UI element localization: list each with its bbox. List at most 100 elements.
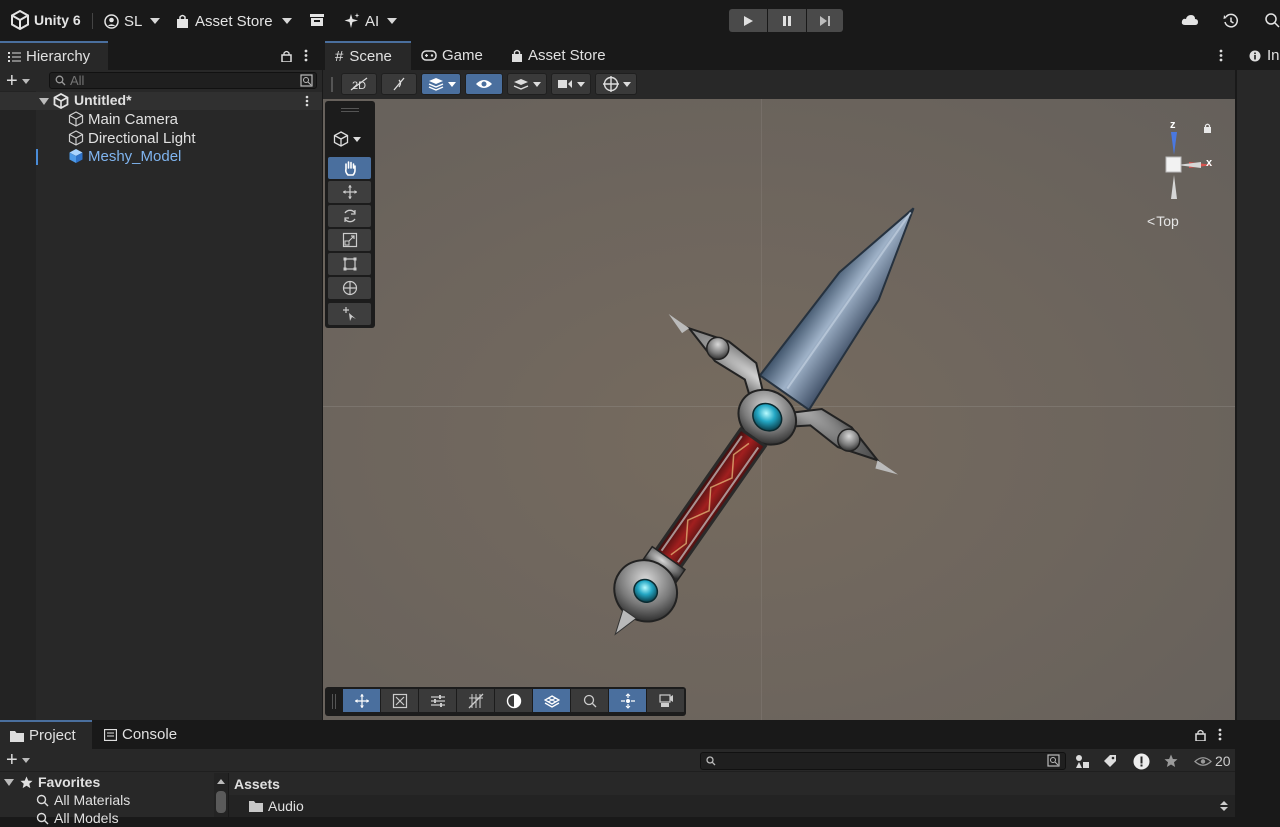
tab-asset-store[interactable]: Asset Store (511, 41, 611, 70)
search-options-icon[interactable] (300, 74, 313, 87)
filter-by-type-icon[interactable] (1074, 753, 1090, 769)
ai-button[interactable]: AI (344, 10, 398, 32)
account-label: SL (124, 12, 143, 30)
tab-console[interactable]: Console (104, 720, 194, 749)
scroll-thumb[interactable] (216, 791, 226, 813)
tab-inspector[interactable]: Ins (1237, 41, 1280, 70)
hierarchy-search-input[interactable] (70, 73, 290, 88)
account-button[interactable]: SL (104, 10, 161, 32)
pause-button[interactable] (768, 9, 806, 32)
tab-hierarchy[interactable]: Hierarchy (0, 41, 108, 70)
shading-overlay-button[interactable] (495, 689, 532, 712)
rect-tool-button[interactable] (328, 253, 371, 275)
layers-render-button[interactable] (421, 73, 461, 95)
lock-icon[interactable] (280, 49, 292, 62)
more-options-icon[interactable] (300, 48, 312, 63)
hierarchy-item-label: Directional Light (88, 129, 196, 147)
hierarchy-item[interactable]: Main Camera (68, 110, 318, 128)
hierarchy-item-selected[interactable]: Meshy_Model (68, 147, 318, 165)
more-options-icon[interactable] (1214, 727, 1226, 742)
expand-arrow-icon[interactable] (39, 98, 49, 105)
app-version-label: Unity 6 (34, 12, 81, 28)
package-manager-icon[interactable] (308, 12, 326, 28)
draw-mode-button[interactable] (507, 73, 547, 95)
lock-icon[interactable] (1203, 123, 1212, 133)
chevron-down-icon (21, 78, 30, 84)
favorites-item[interactable]: All Models (36, 809, 216, 827)
align-overlay-button[interactable] (419, 689, 456, 712)
pivot-overlay-button[interactable] (609, 689, 646, 712)
tab-game[interactable]: Game (421, 41, 501, 70)
hierarchy-panel: + Untitled* Main Camera Directional Ligh… (0, 70, 322, 720)
meshy-model-dagger[interactable] (573, 189, 933, 659)
favorites-header[interactable]: Favorites (4, 773, 214, 791)
info-icon (1249, 50, 1261, 62)
tools-overlay (325, 101, 375, 328)
star-favorite-icon[interactable] (1163, 753, 1179, 769)
scroll-arrows-icon[interactable] (1219, 801, 1229, 813)
play-icon (744, 15, 753, 26)
lock-icon[interactable] (1194, 728, 1206, 741)
move-tool-button[interactable] (328, 181, 371, 203)
visibility-count[interactable]: 20 (1194, 752, 1231, 770)
rect-transform-icon (343, 257, 356, 271)
grid-overlay-button[interactable] (457, 689, 494, 712)
orientation-gizmo[interactable]: z x <Top (1131, 119, 1221, 229)
camera-settings-button[interactable] (551, 73, 591, 95)
layers-icon (428, 78, 444, 91)
add-object-button[interactable]: + (6, 71, 38, 91)
chevron-left-icon: < (1147, 213, 1156, 229)
scene-name: Untitled* (74, 92, 132, 108)
overlay-bottom-toolbar (325, 687, 686, 716)
tab-console-label: Console (122, 726, 178, 743)
filter-by-label-icon[interactable] (1102, 753, 1118, 769)
transform-tool-button[interactable] (328, 277, 371, 299)
tab-project[interactable]: Project (0, 720, 92, 749)
play-button[interactable] (729, 9, 767, 32)
custom-tool-button[interactable] (328, 303, 371, 325)
warning-filter-icon[interactable] (1132, 752, 1150, 770)
asset-store-button[interactable]: Asset Store (176, 10, 292, 32)
more-options-icon[interactable] (305, 95, 309, 107)
create-asset-button[interactable]: + (6, 750, 38, 770)
favorites-item[interactable]: All Materials (36, 791, 216, 809)
account-icon (104, 13, 119, 29)
project-search-field[interactable] (700, 752, 1066, 770)
hand-tool-button[interactable] (328, 157, 371, 179)
scene-row[interactable]: Untitled* (0, 92, 322, 110)
tool-context-button[interactable] (333, 129, 369, 149)
gizmos-button[interactable] (595, 73, 637, 95)
lighting-toggle-button[interactable] (381, 73, 417, 95)
visibility-toggle-button[interactable] (465, 73, 503, 95)
hierarchy-search-field[interactable] (49, 72, 317, 89)
expand-arrow-icon[interactable] (4, 778, 14, 786)
search-options-icon[interactable] (1047, 754, 1060, 767)
step-button[interactable] (807, 9, 843, 32)
half-circle-icon (506, 693, 521, 708)
scroll-up-arrow-icon[interactable] (217, 779, 225, 784)
layer-overlay-button[interactable] (533, 689, 570, 712)
camera-overlay-button[interactable] (647, 689, 684, 712)
search-overlay-button[interactable] (571, 689, 608, 712)
snap-overlay-button[interactable] (381, 689, 418, 712)
search-icon[interactable] (1263, 11, 1280, 29)
view-mode-label[interactable]: <Top (1147, 213, 1179, 229)
asset-folder-item[interactable]: Audio (249, 797, 449, 815)
search-icon (706, 756, 716, 766)
assets-breadcrumb[interactable]: Assets (234, 776, 280, 792)
tab-scene[interactable]: # Scene (325, 41, 411, 70)
rotate-tool-button[interactable] (328, 205, 371, 227)
tab-inspector-label: Ins (1267, 47, 1280, 64)
sliders-icon (430, 694, 445, 707)
tree-scrollbar[interactable] (214, 773, 228, 817)
more-options-icon[interactable] (1215, 48, 1227, 63)
cloud-icon[interactable] (1180, 12, 1200, 28)
scene-viewport[interactable]: z x <Top (323, 99, 1235, 720)
history-icon[interactable] (1222, 12, 1240, 30)
move-overlay-button[interactable] (343, 689, 380, 712)
scale-tool-button[interactable] (328, 229, 371, 251)
transform-icon (342, 280, 357, 296)
2d-toggle-button[interactable]: 2D (341, 73, 377, 95)
snap-icon (392, 693, 407, 708)
hierarchy-item[interactable]: Directional Light (68, 129, 318, 147)
